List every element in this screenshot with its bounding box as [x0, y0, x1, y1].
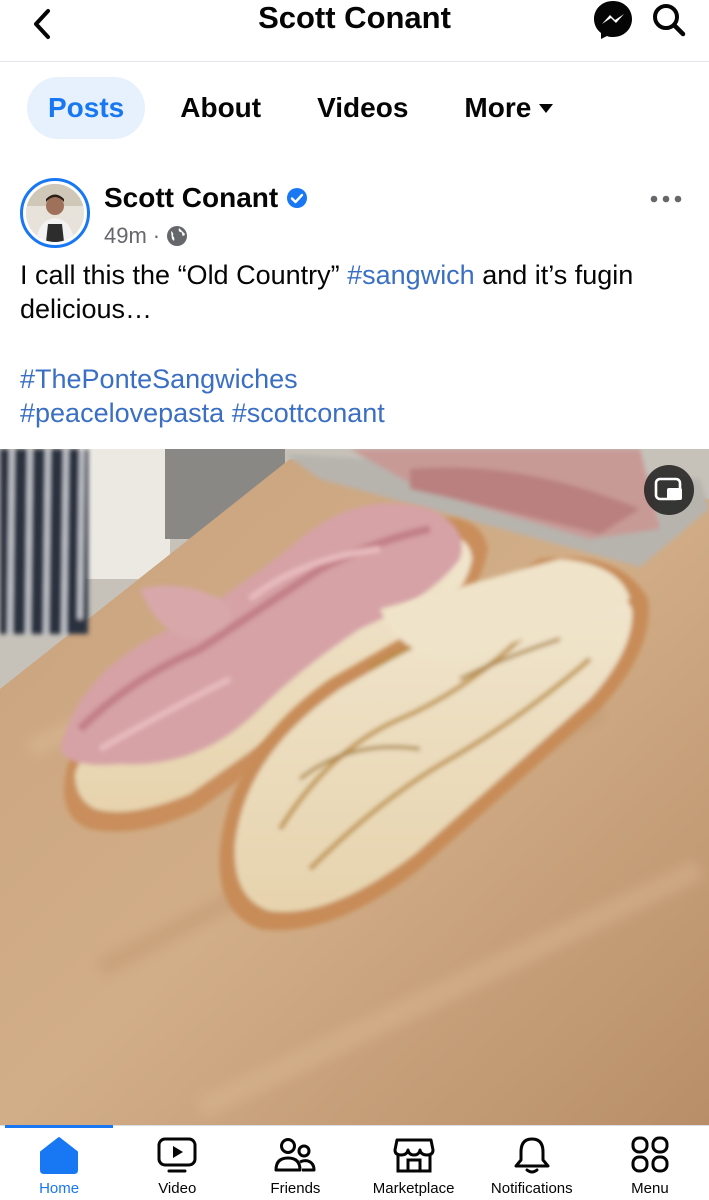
video-frame	[0, 449, 709, 1125]
picture-in-picture-icon	[654, 477, 682, 501]
friends-icon	[274, 1138, 316, 1172]
hashtag-link[interactable]: #sangwich	[347, 260, 475, 290]
picture-in-picture-button[interactable]	[644, 465, 694, 515]
messenger-icon	[594, 1, 632, 39]
tab-posts[interactable]: Posts	[27, 77, 146, 139]
caret-down-icon	[539, 103, 554, 113]
verified-badge-icon	[286, 187, 308, 209]
post-video[interactable]	[0, 449, 709, 1125]
top-bar: Scott Conant	[0, 0, 709, 62]
post-meta: 49m ·	[104, 223, 188, 249]
meta-separator: ·	[152, 223, 161, 248]
tab-label: Videos	[317, 92, 409, 123]
tab-videos[interactable]: Videos	[296, 77, 429, 139]
tab-label: Posts	[48, 92, 125, 123]
nav-label: Menu	[631, 1180, 669, 1197]
post-time[interactable]: 49m	[104, 223, 147, 249]
hashtag-link[interactable]: #ThePonteSangwiches	[20, 364, 298, 394]
more-options-button[interactable]	[646, 184, 686, 214]
author-name: Scott Conant	[104, 182, 279, 213]
tab-more[interactable]: More	[443, 77, 574, 139]
nav-video[interactable]: Video	[118, 1126, 236, 1200]
avatar[interactable]	[20, 178, 90, 248]
nav-label: Notifications	[490, 1180, 573, 1197]
nav-label: Home	[39, 1180, 80, 1197]
nav-friends[interactable]: Friends	[236, 1126, 354, 1200]
post-text-start: I call this the “Old Country”	[20, 260, 348, 290]
nav-label: Video	[158, 1180, 197, 1197]
profile-tabs: Posts About Videos More	[0, 63, 709, 153]
post-author[interactable]: Scott Conant	[104, 182, 308, 214]
avatar-image	[26, 184, 84, 242]
hashtag-link[interactable]: #peacelovepasta	[20, 398, 224, 428]
marketplace-icon	[393, 1138, 435, 1173]
more-dots-icon	[650, 195, 682, 203]
menu-grid-icon	[631, 1136, 669, 1173]
nav-marketplace[interactable]: Marketplace	[355, 1126, 473, 1200]
tab-about[interactable]: About	[159, 77, 282, 139]
post-text: I call this the “Old Country” #sangwich …	[20, 258, 690, 326]
nav-notifications[interactable]: Notifications	[473, 1126, 591, 1200]
bottom-nav: Home Video Friends Marketplace Notificat…	[0, 1125, 709, 1200]
bell-icon	[514, 1137, 550, 1174]
hashtag-link[interactable]: #scottconant	[232, 398, 385, 428]
nav-label: Friends	[270, 1180, 321, 1197]
tab-label: About	[180, 92, 262, 123]
home-icon	[40, 1137, 79, 1174]
search-button[interactable]	[646, 0, 692, 40]
post-hashtags: #ThePonteSangwiches #peacelovepasta #sco…	[20, 362, 690, 430]
tab-label: More	[464, 92, 532, 123]
nav-label: Marketplace	[372, 1180, 455, 1197]
nav-home[interactable]: Home	[0, 1125, 118, 1200]
messenger-button[interactable]	[590, 0, 636, 40]
video-icon	[157, 1137, 197, 1173]
nav-menu[interactable]: Menu	[591, 1126, 709, 1200]
globe-icon	[167, 226, 188, 246]
post-header: Scott Conant 49m ·	[20, 178, 690, 253]
search-icon	[653, 4, 686, 37]
